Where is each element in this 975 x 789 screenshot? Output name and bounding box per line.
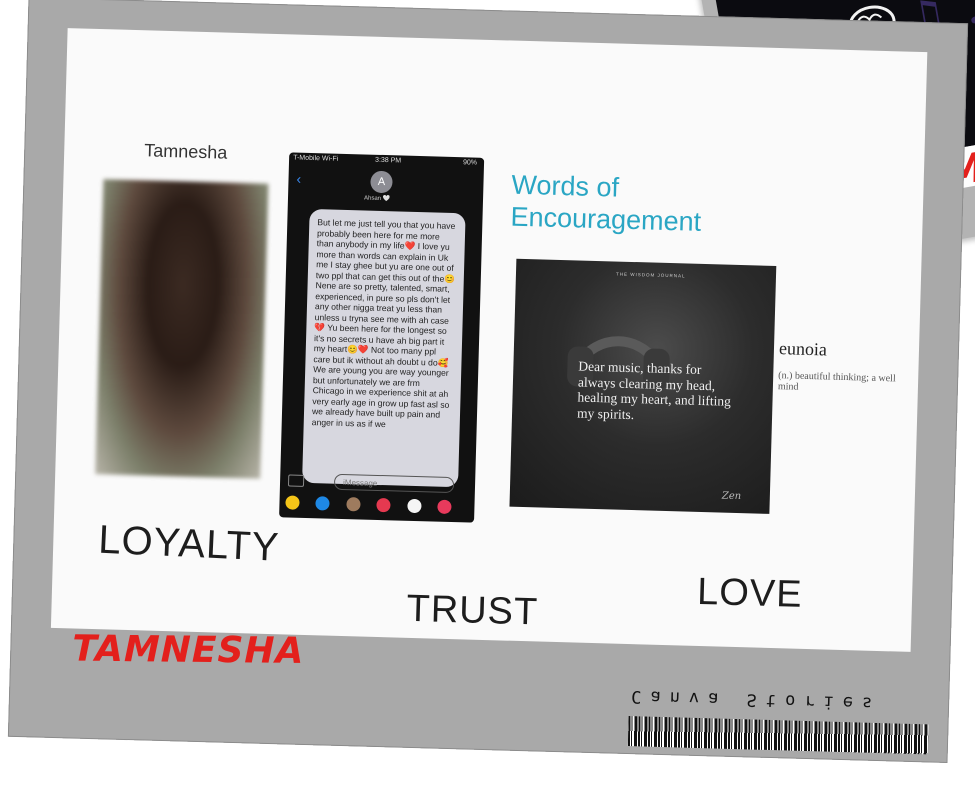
name-label: Tamnesha <box>144 140 228 163</box>
quote-brand: THE WISDOM JOURNAL <box>615 271 686 279</box>
person-photo <box>95 179 269 479</box>
message-input: iMessage <box>333 473 455 494</box>
word-loyalty: LOYALTY <box>97 517 281 570</box>
app-drawer-row <box>285 495 470 516</box>
message-bubble: But let me just tell you that you have p… <box>302 208 466 488</box>
polaroid-content: Tamnesha T-Mobile Wi-Fi 3:38 PM 90% ‹ A … <box>50 28 928 652</box>
status-carrier: T-Mobile Wi-Fi <box>293 154 339 163</box>
definition-text: (n.) beautiful thinking; a well mind <box>777 370 896 393</box>
heading-line-2: Encouragement <box>510 201 702 237</box>
memoji-icon <box>346 497 361 512</box>
back-chevron-icon: ‹ <box>296 170 302 187</box>
heading-line-1: Words of <box>511 169 620 203</box>
search-images-icon <box>376 497 392 513</box>
word-trust: TRUST <box>405 587 539 634</box>
photos-app-icon <box>285 495 300 510</box>
quote-signature: Zen <box>721 490 742 503</box>
section-heading: Words of Encouragement <box>510 169 702 238</box>
status-battery: 90% <box>462 159 478 167</box>
camera-icon <box>287 474 305 487</box>
definition-word: eunoia <box>778 338 828 360</box>
music-quote-image: THE WISDOM JOURNAL Dear music, thanks fo… <box>509 258 777 514</box>
heart-app-icon <box>437 499 452 515</box>
music-app-icon <box>407 498 422 514</box>
main-polaroid: Tamnesha T-Mobile Wi-Fi 3:38 PM 90% ‹ A … <box>7 0 969 763</box>
status-time: 3:38 PM <box>374 156 402 165</box>
signature-red: TAMNESHA <box>72 628 305 672</box>
brand-mirrored: Canva Stories <box>630 686 882 714</box>
text-message-screenshot: T-Mobile Wi-Fi 3:38 PM 90% ‹ A Ahsan 🤍 B… <box>279 152 485 523</box>
quote-text: Dear music, thanks for always clearing m… <box>576 358 732 422</box>
contact-name: Ahsan 🤍 <box>363 195 391 203</box>
word-love: LOVE <box>696 570 804 616</box>
contact-avatar: A <box>370 170 393 194</box>
app-store-icon <box>315 496 331 511</box>
barcode <box>627 716 929 755</box>
